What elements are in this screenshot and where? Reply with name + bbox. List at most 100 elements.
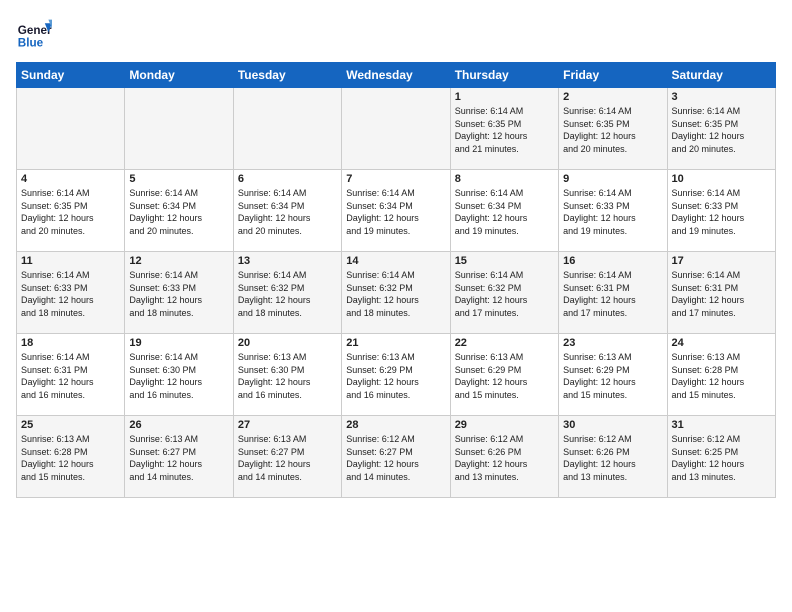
- day-number: 10: [672, 173, 771, 185]
- day-cell: 10 Sunrise: 6:14 AM Sunset: 6:33 PM Dayli…: [667, 170, 775, 252]
- day-cell: 16 Sunrise: 6:14 AM Sunset: 6:31 PM Dayli…: [559, 252, 667, 334]
- day-number: 19: [129, 337, 228, 349]
- day-info: Sunrise: 6:14 AM Sunset: 6:32 PM Dayligh…: [238, 269, 337, 319]
- day-cell: 7 Sunrise: 6:14 AM Sunset: 6:34 PM Daylig…: [342, 170, 450, 252]
- day-number: 25: [21, 419, 120, 431]
- logo: General Blue: [16, 16, 52, 52]
- day-cell: 17Sunrise: 6:14 AM Sunset: 6:31 PM Dayli…: [667, 252, 775, 334]
- weekday-header-thursday: Thursday: [450, 63, 558, 88]
- day-number: 12: [129, 255, 228, 267]
- day-info: Sunrise: 6:14 AM Sunset: 6:35 PM Dayligh…: [455, 105, 554, 155]
- day-cell: 19 Sunrise: 6:14 AM Sunset: 6:30 PM Dayli…: [125, 334, 233, 416]
- header: General Blue: [16, 16, 776, 52]
- day-info: Sunrise: 6:14 AM Sunset: 6:33 PM Dayligh…: [672, 187, 771, 237]
- day-number: 30: [563, 419, 662, 431]
- day-info: Sunrise: 6:14 AM Sunset: 6:32 PM Dayligh…: [455, 269, 554, 319]
- day-number: 29: [455, 419, 554, 431]
- day-info: Sunrise: 6:12 AM Sunset: 6:26 PM Dayligh…: [455, 433, 554, 483]
- day-cell: 26 Sunrise: 6:13 AM Sunset: 6:27 PM Dayli…: [125, 416, 233, 498]
- day-cell: 4 Sunrise: 6:14 AM Sunset: 6:35 PM Daylig…: [17, 170, 125, 252]
- day-info: Sunrise: 6:14 AM Sunset: 6:30 PM Dayligh…: [129, 351, 228, 401]
- day-cell: [125, 88, 233, 170]
- svg-text:Blue: Blue: [18, 37, 44, 50]
- day-cell: 21Sunrise: 6:13 AM Sunset: 6:29 PM Dayli…: [342, 334, 450, 416]
- day-number: 3: [672, 91, 771, 103]
- day-cell: 12 Sunrise: 6:14 AM Sunset: 6:33 PM Dayli…: [125, 252, 233, 334]
- day-number: 15: [455, 255, 554, 267]
- day-number: 26: [129, 419, 228, 431]
- day-number: 11: [21, 255, 120, 267]
- day-number: 20: [238, 337, 337, 349]
- day-info: Sunrise: 6:14 AM Sunset: 6:31 PM Dayligh…: [672, 269, 771, 319]
- day-cell: 3 Sunrise: 6:14 AM Sunset: 6:35 PM Daylig…: [667, 88, 775, 170]
- day-info: Sunrise: 6:13 AM Sunset: 6:28 PM Dayligh…: [672, 351, 771, 401]
- day-info: Sunrise: 6:14 AM Sunset: 6:35 PM Dayligh…: [21, 187, 120, 237]
- day-cell: 27 Sunrise: 6:13 AM Sunset: 6:27 PM Dayli…: [233, 416, 341, 498]
- day-number: 24: [672, 337, 771, 349]
- day-info: Sunrise: 6:14 AM Sunset: 6:32 PM Dayligh…: [346, 269, 445, 319]
- week-row-3: 11 Sunrise: 6:14 AM Sunset: 6:33 PM Dayli…: [17, 252, 776, 334]
- day-info: Sunrise: 6:13 AM Sunset: 6:27 PM Dayligh…: [238, 433, 337, 483]
- day-info: Sunrise: 6:13 AM Sunset: 6:27 PM Dayligh…: [129, 433, 228, 483]
- day-number: 27: [238, 419, 337, 431]
- page: General Blue SundayMondayTuesdayWednesda…: [0, 0, 792, 612]
- weekday-header-sunday: Sunday: [17, 63, 125, 88]
- week-row-1: 1 Sunrise: 6:14 AM Sunset: 6:35 PM Daylig…: [17, 88, 776, 170]
- day-info: Sunrise: 6:12 AM Sunset: 6:26 PM Dayligh…: [563, 433, 662, 483]
- day-info: Sunrise: 6:14 AM Sunset: 6:34 PM Dayligh…: [238, 187, 337, 237]
- day-cell: 20 Sunrise: 6:13 AM Sunset: 6:30 PM Dayli…: [233, 334, 341, 416]
- day-info: Sunrise: 6:13 AM Sunset: 6:29 PM Dayligh…: [563, 351, 662, 401]
- day-number: 28: [346, 419, 445, 431]
- day-cell: 9Sunrise: 6:14 AM Sunset: 6:33 PM Daylig…: [559, 170, 667, 252]
- day-cell: 28 Sunrise: 6:12 AM Sunset: 6:27 PM Dayli…: [342, 416, 450, 498]
- day-info: Sunrise: 6:14 AM Sunset: 6:34 PM Dayligh…: [129, 187, 228, 237]
- day-info: Sunrise: 6:14 AM Sunset: 6:33 PM Dayligh…: [21, 269, 120, 319]
- weekday-header-monday: Monday: [125, 63, 233, 88]
- day-number: 13: [238, 255, 337, 267]
- day-info: Sunrise: 6:12 AM Sunset: 6:25 PM Dayligh…: [672, 433, 771, 483]
- day-number: 7: [346, 173, 445, 185]
- week-row-4: 18Sunrise: 6:14 AM Sunset: 6:31 PM Dayli…: [17, 334, 776, 416]
- day-cell: [342, 88, 450, 170]
- day-number: 5: [129, 173, 228, 185]
- day-number: 4: [21, 173, 120, 185]
- day-number: 16: [563, 255, 662, 267]
- day-number: 1: [455, 91, 554, 103]
- day-cell: 11 Sunrise: 6:14 AM Sunset: 6:33 PM Dayli…: [17, 252, 125, 334]
- day-number: 23: [563, 337, 662, 349]
- day-number: 8: [455, 173, 554, 185]
- day-number: 31: [672, 419, 771, 431]
- logo-icon: General Blue: [16, 16, 52, 52]
- day-info: Sunrise: 6:13 AM Sunset: 6:30 PM Dayligh…: [238, 351, 337, 401]
- day-cell: 6 Sunrise: 6:14 AM Sunset: 6:34 PM Daylig…: [233, 170, 341, 252]
- week-row-2: 4 Sunrise: 6:14 AM Sunset: 6:35 PM Daylig…: [17, 170, 776, 252]
- day-cell: [17, 88, 125, 170]
- day-number: 14: [346, 255, 445, 267]
- day-info: Sunrise: 6:14 AM Sunset: 6:31 PM Dayligh…: [563, 269, 662, 319]
- day-info: Sunrise: 6:13 AM Sunset: 6:29 PM Dayligh…: [455, 351, 554, 401]
- day-cell: 5 Sunrise: 6:14 AM Sunset: 6:34 PM Daylig…: [125, 170, 233, 252]
- calendar-table: SundayMondayTuesdayWednesdayThursdayFrid…: [16, 62, 776, 498]
- day-info: Sunrise: 6:14 AM Sunset: 6:31 PM Dayligh…: [21, 351, 120, 401]
- day-info: Sunrise: 6:14 AM Sunset: 6:34 PM Dayligh…: [346, 187, 445, 237]
- day-number: 22: [455, 337, 554, 349]
- day-cell: 15 Sunrise: 6:14 AM Sunset: 6:32 PM Dayli…: [450, 252, 558, 334]
- day-cell: 13 Sunrise: 6:14 AM Sunset: 6:32 PM Dayli…: [233, 252, 341, 334]
- day-info: Sunrise: 6:14 AM Sunset: 6:33 PM Dayligh…: [129, 269, 228, 319]
- weekday-header-tuesday: Tuesday: [233, 63, 341, 88]
- day-cell: 1 Sunrise: 6:14 AM Sunset: 6:35 PM Daylig…: [450, 88, 558, 170]
- day-cell: 18Sunrise: 6:14 AM Sunset: 6:31 PM Dayli…: [17, 334, 125, 416]
- day-info: Sunrise: 6:12 AM Sunset: 6:27 PM Dayligh…: [346, 433, 445, 483]
- day-cell: 25 Sunrise: 6:13 AM Sunset: 6:28 PM Dayli…: [17, 416, 125, 498]
- day-info: Sunrise: 6:13 AM Sunset: 6:28 PM Dayligh…: [21, 433, 120, 483]
- day-info: Sunrise: 6:14 AM Sunset: 6:34 PM Dayligh…: [455, 187, 554, 237]
- day-info: Sunrise: 6:14 AM Sunset: 6:35 PM Dayligh…: [672, 105, 771, 155]
- day-cell: 23 Sunrise: 6:13 AM Sunset: 6:29 PM Dayli…: [559, 334, 667, 416]
- weekday-header-row: SundayMondayTuesdayWednesdayThursdayFrid…: [17, 63, 776, 88]
- day-cell: 29 Sunrise: 6:12 AM Sunset: 6:26 PM Dayli…: [450, 416, 558, 498]
- day-cell: 8 Sunrise: 6:14 AM Sunset: 6:34 PM Daylig…: [450, 170, 558, 252]
- day-number: 6: [238, 173, 337, 185]
- day-info: Sunrise: 6:13 AM Sunset: 6:29 PM Dayligh…: [346, 351, 445, 401]
- day-cell: 24 Sunrise: 6:13 AM Sunset: 6:28 PM Dayli…: [667, 334, 775, 416]
- weekday-header-saturday: Saturday: [667, 63, 775, 88]
